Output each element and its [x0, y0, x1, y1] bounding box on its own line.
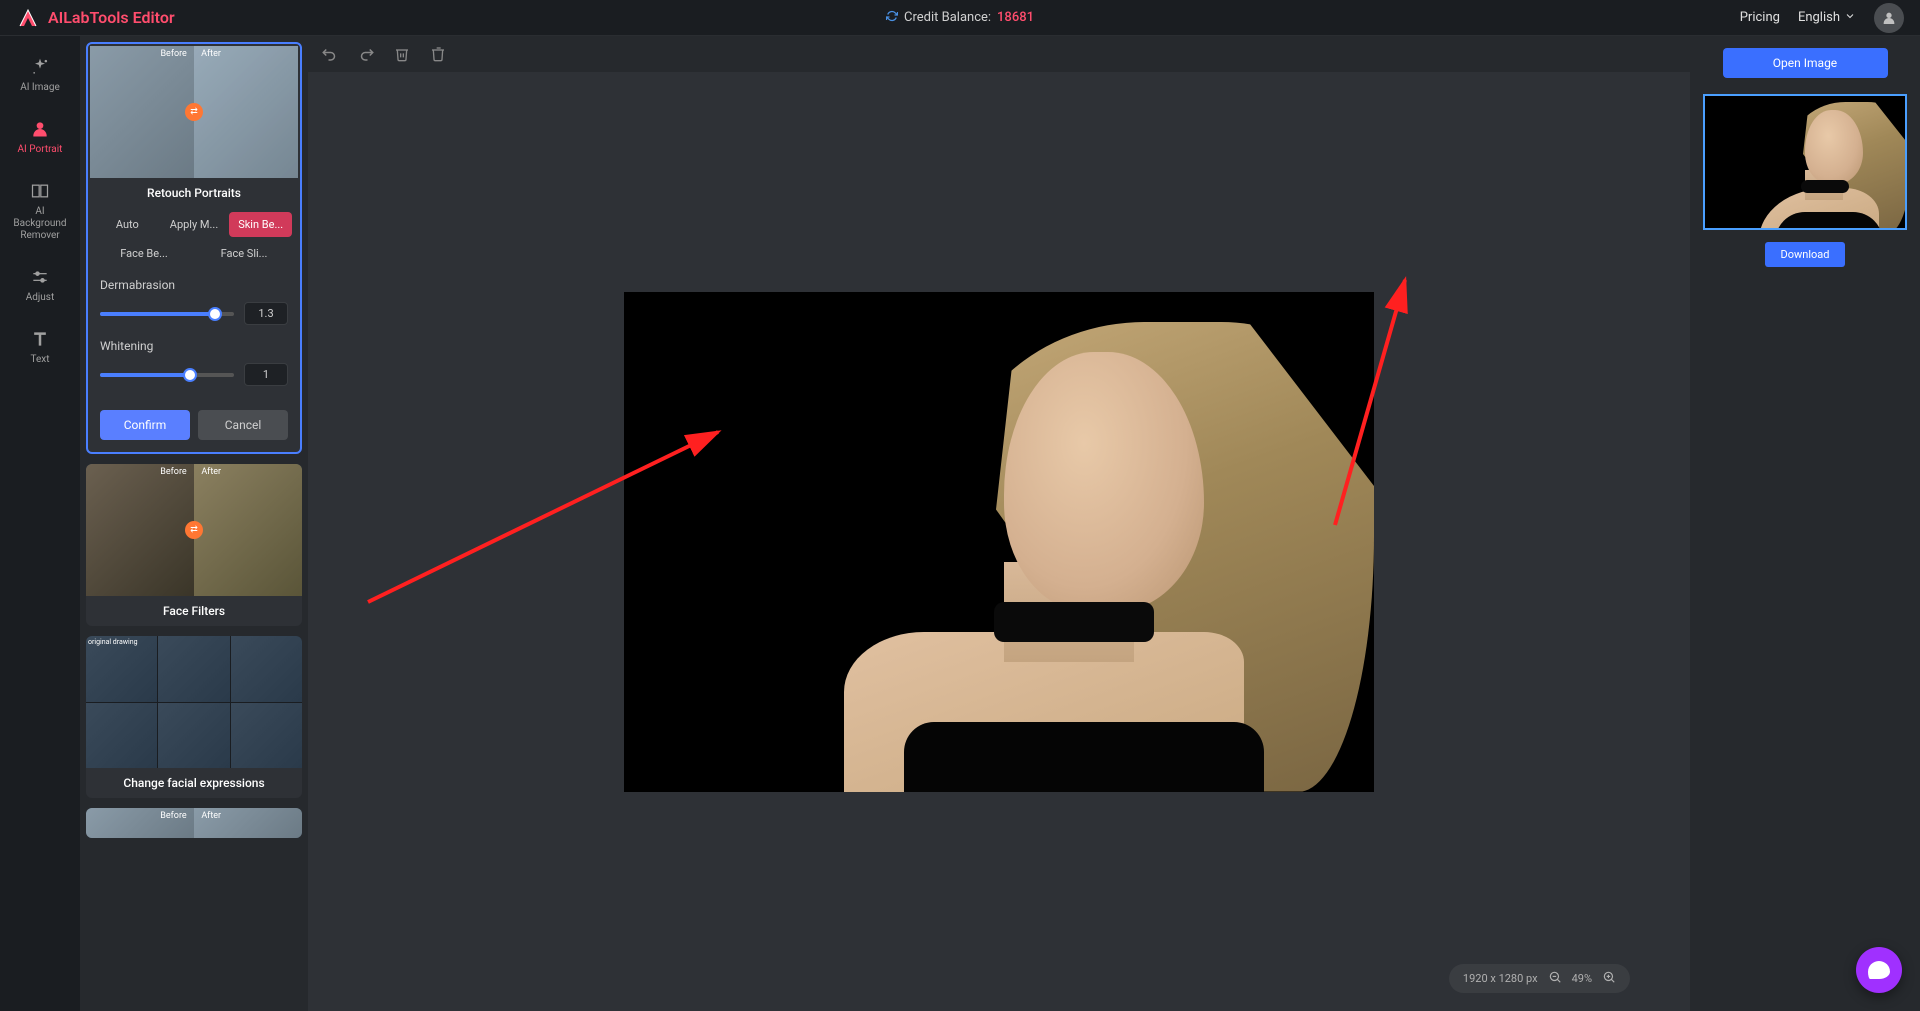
download-button[interactable]: Download: [1765, 242, 1846, 267]
before-label: Before: [157, 810, 189, 822]
whitening-slider[interactable]: [100, 373, 234, 377]
nav-text[interactable]: Text: [4, 320, 76, 374]
tool-title: Face Filters: [86, 596, 302, 626]
after-label: After: [198, 48, 224, 60]
compare-handle-icon[interactable]: ⇄: [185, 103, 203, 121]
tool-card-expressions[interactable]: original drawing Change facial expressio…: [86, 636, 302, 798]
bg-remover-icon: [29, 180, 51, 202]
text-icon: [29, 328, 51, 350]
chevron-down-icon: [1844, 10, 1856, 26]
redo-icon[interactable]: [356, 44, 376, 64]
nav-label: Text: [30, 354, 49, 366]
app-title: AILabTools Editor: [48, 8, 175, 27]
open-image-button[interactable]: Open Image: [1723, 48, 1888, 78]
nav-ai-image[interactable]: AI Image: [4, 48, 76, 102]
tools-panel: Before After ⇄ Retouch Portraits Auto Ap…: [80, 36, 308, 1011]
compare-handle-icon[interactable]: ⇄: [185, 521, 203, 539]
trash-icon[interactable]: [392, 44, 412, 64]
canvas-image: [624, 292, 1374, 792]
avatar[interactable]: [1874, 3, 1904, 33]
nav-ai-portrait[interactable]: AI Portrait: [4, 110, 76, 164]
app-header: AILabTools Editor Credit Balance: 18681 …: [0, 0, 1920, 36]
mode-auto[interactable]: Auto: [96, 212, 159, 237]
dermabrasion-value[interactable]: 1.3: [244, 302, 288, 325]
whitening-value[interactable]: 1: [244, 363, 288, 386]
partial-preview: Before After: [86, 808, 302, 838]
tool-card-partial[interactable]: Before After: [86, 808, 302, 838]
credit-display: Credit Balance: 18681: [886, 10, 1034, 25]
nav-label: Adjust: [26, 292, 55, 304]
mode-apply-makeup[interactable]: Apply M...: [163, 212, 226, 237]
zoom-out-icon[interactable]: [1548, 970, 1562, 987]
confirm-button[interactable]: Confirm: [100, 410, 190, 440]
canvas-toolbar: [308, 36, 1690, 72]
grid-cell-label: original drawing: [88, 638, 138, 646]
sliders-icon: [29, 266, 51, 288]
output-thumbnail[interactable]: [1703, 94, 1907, 230]
zoom-bar: 1920 x 1280 px 49%: [1449, 964, 1630, 993]
language-selector[interactable]: English: [1798, 10, 1856, 26]
chat-bubble-button[interactable]: [1856, 947, 1902, 993]
tool-card-retouch[interactable]: Before After ⇄ Retouch Portraits Auto Ap…: [86, 42, 302, 454]
mode-skin-beautify[interactable]: Skin Be...: [229, 212, 292, 237]
refresh-icon[interactable]: [886, 10, 898, 25]
nav-bg-remover[interactable]: AI Background Remover: [4, 172, 76, 250]
tool-title: Change facial expressions: [86, 768, 302, 798]
nav-label: AI Image: [20, 82, 60, 94]
canvas-area: 1920 x 1280 px 49%: [308, 36, 1690, 1011]
pricing-link[interactable]: Pricing: [1740, 10, 1780, 25]
logo-icon: [16, 6, 40, 30]
right-panel: Open Image Download: [1690, 36, 1920, 1011]
dermabrasion-slider[interactable]: [100, 312, 234, 316]
slider-label-whitening: Whitening: [100, 339, 288, 353]
mode-face-beautify[interactable]: Face Be...: [96, 241, 192, 266]
mode-face-slim[interactable]: Face Sli...: [196, 241, 292, 266]
sparkle-icon: [29, 56, 51, 78]
undo-icon[interactable]: [320, 44, 340, 64]
language-label: English: [1798, 10, 1840, 25]
credit-value: 18681: [997, 10, 1034, 25]
nav-adjust[interactable]: Adjust: [4, 258, 76, 312]
slider-label-dermabrasion: Dermabrasion: [100, 278, 288, 292]
canvas-dimensions: 1920 x 1280 px: [1463, 972, 1538, 985]
before-label: Before: [157, 466, 189, 478]
tool-card-filters[interactable]: Before After ⇄ Face Filters: [86, 464, 302, 626]
chat-icon: [1868, 961, 1890, 979]
zoom-level: 49%: [1572, 972, 1592, 985]
after-label: After: [198, 810, 224, 822]
cancel-button[interactable]: Cancel: [198, 410, 288, 440]
before-label: Before: [157, 48, 189, 60]
tool-title: Retouch Portraits: [90, 178, 298, 208]
portrait-icon: [29, 118, 51, 140]
zoom-in-icon[interactable]: [1602, 970, 1616, 987]
left-nav: AI Image AI Portrait AI Background Remov…: [0, 36, 80, 1011]
nav-label: AI Portrait: [18, 144, 63, 156]
nav-label: AI Background Remover: [8, 206, 72, 242]
filters-preview: Before After ⇄: [86, 464, 302, 596]
trash-all-icon[interactable]: [428, 44, 448, 64]
logo-area[interactable]: AILabTools Editor: [16, 6, 175, 30]
retouch-modes: Auto Apply M... Skin Be... Face Be... Fa…: [90, 208, 298, 272]
retouch-preview: Before After ⇄: [90, 46, 298, 178]
canvas-viewport[interactable]: [308, 72, 1690, 1011]
credit-label: Credit Balance:: [904, 10, 991, 25]
after-label: After: [198, 466, 224, 478]
expressions-preview: original drawing: [86, 636, 302, 768]
